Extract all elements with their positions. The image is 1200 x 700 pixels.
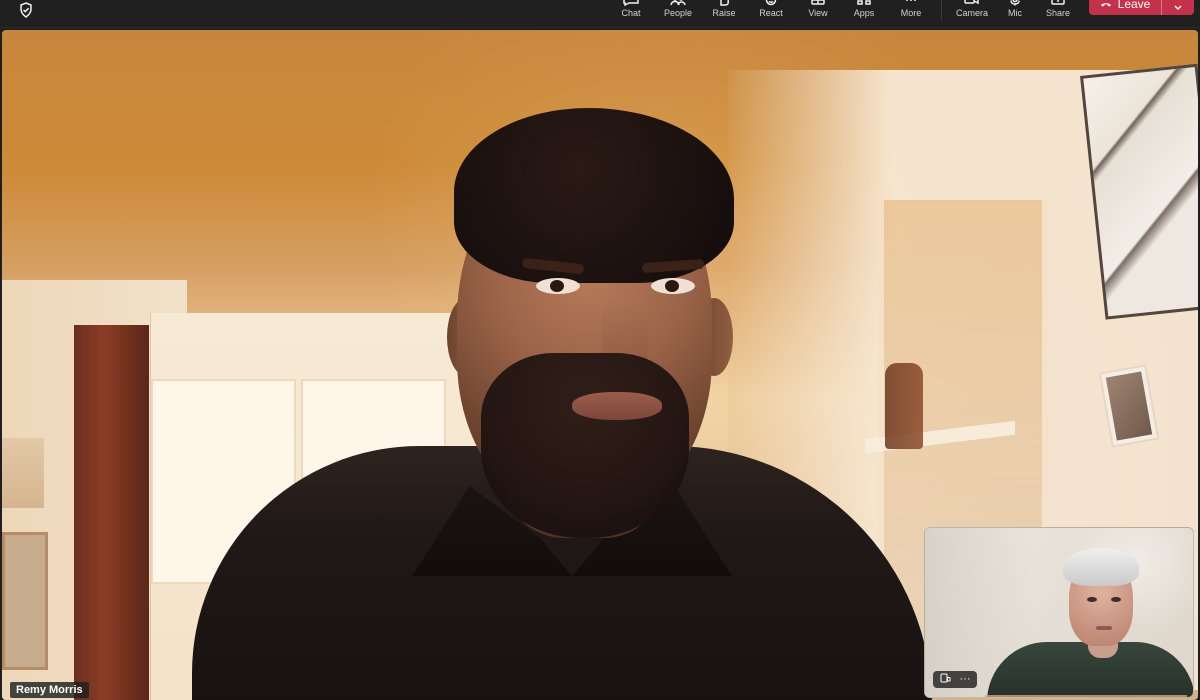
toolbar-share-label: Share	[1045, 8, 1071, 18]
self-view-more-button[interactable]: ···	[957, 673, 973, 687]
participant-name-label: Remy Morris	[10, 682, 89, 698]
leave-control: Leave	[1089, 0, 1194, 15]
left-wall-art	[2, 438, 44, 508]
more-icon: ···	[959, 673, 971, 685]
toolbar-chat-label: Chat	[621, 8, 641, 18]
smile-icon	[762, 0, 780, 6]
self-view-bottom-accent	[985, 695, 1187, 697]
toolbar-apps-label: Apps	[853, 8, 875, 18]
curtain	[74, 325, 149, 700]
chat-icon	[622, 0, 640, 6]
leave-options-button[interactable]	[1161, 0, 1194, 15]
chevron-down-icon	[1173, 0, 1183, 15]
layout-button[interactable]	[937, 673, 953, 687]
participant-left-eye	[536, 278, 580, 294]
toolbar-view-button[interactable]: View	[792, 0, 844, 28]
phone-icon	[1100, 0, 1112, 8]
self-view-person	[987, 540, 1193, 697]
hand-icon	[715, 0, 733, 6]
view-icon	[809, 0, 827, 6]
self-view-right-eye	[1111, 597, 1121, 602]
participant-avatar-video	[192, 108, 952, 700]
toolbar-more-button[interactable]: More	[885, 0, 937, 28]
left-wall-frame	[2, 532, 48, 670]
toolbar-people-button[interactable]: People	[652, 0, 704, 28]
toolbar-apps-button[interactable]: Apps	[838, 0, 890, 28]
apps-icon	[855, 0, 873, 6]
self-view-left-eye	[1087, 597, 1097, 602]
toolbar-react-button[interactable]: React	[745, 0, 797, 28]
toolbar-more-label: More	[900, 8, 922, 18]
participant-hair	[454, 108, 734, 283]
layout-icon	[940, 673, 951, 686]
toolbar-raise-label: Raise	[712, 8, 736, 18]
shield-icon	[16, 0, 36, 20]
toolbar-divider	[941, 0, 942, 20]
more-icon	[902, 0, 920, 6]
toolbar-people-label: People	[663, 8, 693, 18]
self-view-controls: ···	[933, 671, 977, 688]
toolbar-react-label: React	[759, 8, 783, 18]
participant-beard	[481, 353, 689, 538]
toolbar-chat-button[interactable]: Chat	[605, 0, 657, 28]
meeting-toolbar: Chat People Raise React View Apps More C…	[0, 0, 1200, 28]
toolbar-share-button[interactable]: Share	[1032, 0, 1084, 28]
people-icon	[669, 0, 687, 6]
leave-label: Leave	[1117, 0, 1151, 11]
participant-right-eye	[651, 278, 695, 294]
mic-icon	[1006, 0, 1024, 6]
meeting-window: Chat People Raise React View Apps More C…	[0, 0, 1200, 700]
leave-button[interactable]: Leave	[1089, 0, 1161, 15]
self-view-hair	[1063, 548, 1139, 586]
self-view-mouth	[1096, 626, 1112, 630]
toolbar-raise-button[interactable]: Raise	[698, 0, 750, 28]
camera-icon	[963, 0, 981, 6]
share-icon	[1049, 0, 1067, 6]
self-view-video[interactable]: ···	[924, 527, 1194, 698]
participant-mouth	[572, 392, 662, 420]
toolbar-view-label: View	[808, 8, 828, 18]
shield-svg	[20, 2, 32, 18]
